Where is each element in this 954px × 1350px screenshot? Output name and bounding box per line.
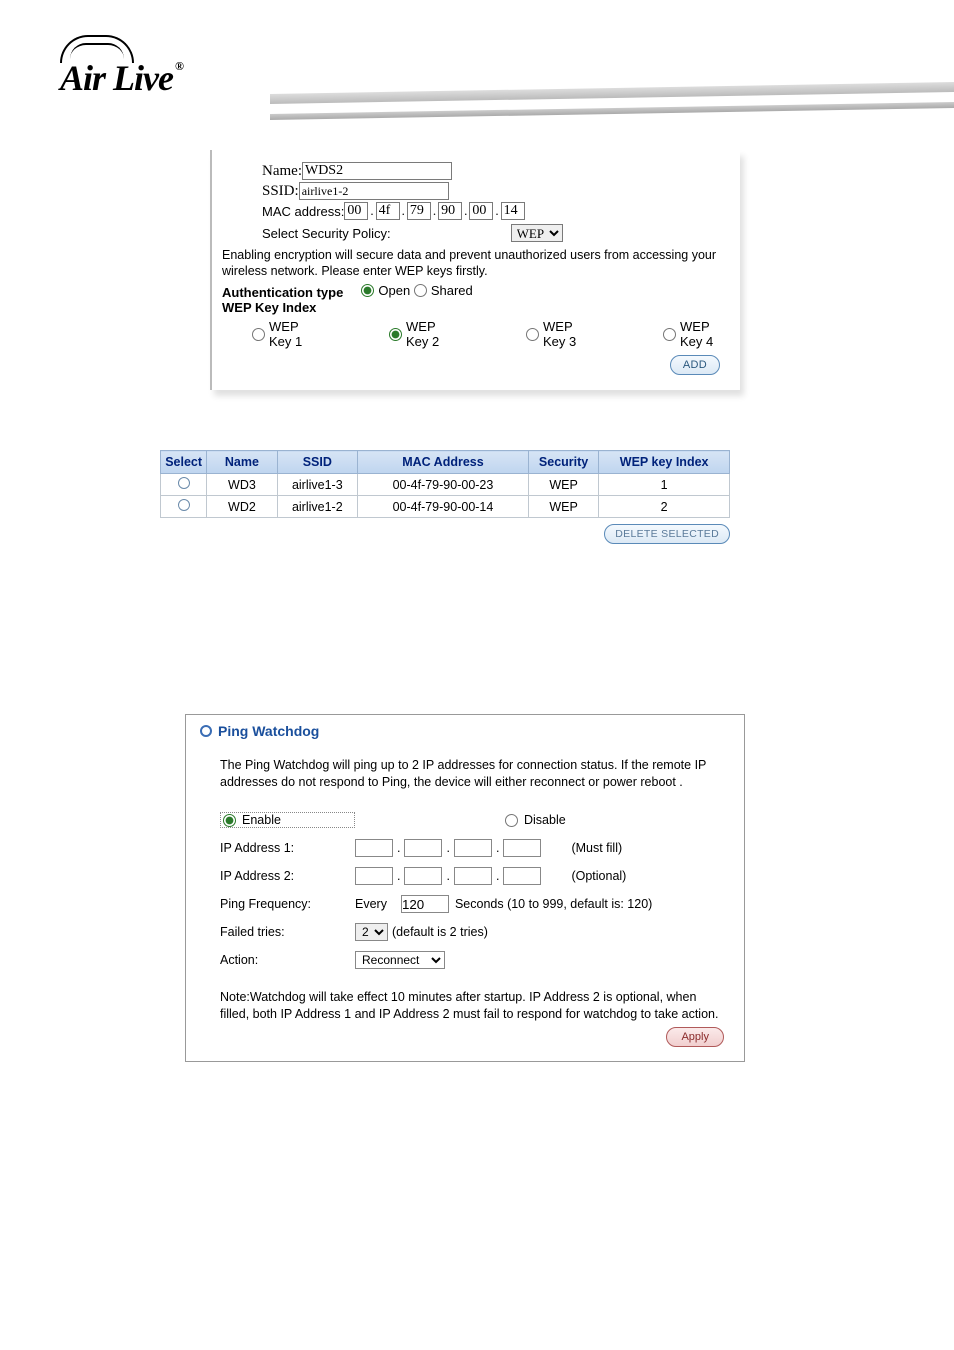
page-header: Air Live® [0, 0, 954, 140]
disable-label: Disable [524, 813, 566, 827]
ip2-octet-2[interactable] [404, 867, 442, 885]
encryption-note: Enabling encryption will secure data and… [222, 248, 730, 279]
row-select-radio[interactable] [178, 477, 190, 489]
table-header-row: Select Name SSID MAC Address Security WE… [161, 451, 730, 474]
enable-label: Enable [242, 813, 281, 827]
mac-input-5[interactable] [469, 202, 493, 220]
th-ssid: SSID [277, 451, 357, 474]
ssid-input[interactable] [299, 182, 449, 200]
wep-key-4-radio[interactable] [663, 328, 676, 341]
delete-selected-button[interactable]: DELETE SELECTED [604, 524, 730, 544]
ip2-label: IP Address 2: [220, 869, 355, 883]
ping-frequency-input[interactable] [401, 895, 449, 913]
security-policy-select[interactable]: WEP [511, 224, 563, 242]
ping-frequency-label: Ping Frequency: [220, 897, 355, 911]
row-select-radio[interactable] [178, 499, 190, 511]
cell-security: WEP [528, 474, 598, 496]
name-label: Name: [262, 163, 302, 180]
ip2-octet-4[interactable] [503, 867, 541, 885]
th-wep-index: WEP key Index [599, 451, 730, 474]
auth-type-label: Authentication type [222, 285, 343, 300]
wds-list-table: Select Name SSID MAC Address Security WE… [160, 450, 730, 544]
th-select: Select [161, 451, 207, 474]
auth-open-label: Open [378, 283, 410, 298]
cell-mac: 00-4f-79-90-00-23 [358, 474, 529, 496]
wep-key-1-radio[interactable] [252, 328, 265, 341]
brand-logo: Air Live® [60, 35, 270, 99]
wep-key-4-label: WEP Key 4 [680, 319, 730, 349]
ip2-octet-1[interactable] [355, 867, 393, 885]
mac-input-6[interactable] [501, 202, 525, 220]
wep-key-3-radio[interactable] [526, 328, 539, 341]
apply-button[interactable]: Apply [666, 1027, 724, 1047]
ping-watchdog-description: The Ping Watchdog will ping up to 2 IP a… [220, 757, 724, 791]
ip1-octet-2[interactable] [404, 839, 442, 857]
auth-shared-radio[interactable] [414, 284, 427, 297]
wep-key-3-label: WEP Key 3 [543, 319, 593, 349]
header-band [270, 88, 954, 118]
wep-key-2-radio[interactable] [389, 328, 402, 341]
mac-input-2[interactable] [376, 202, 400, 220]
cell-wep-index: 2 [599, 496, 730, 518]
wep-key-index-label: WEP Key Index [222, 300, 730, 315]
ping-watchdog-title: Ping Watchdog [200, 723, 724, 739]
ip1-octet-1[interactable] [355, 839, 393, 857]
table-row: WD3 airlive1-3 00-4f-79-90-00-23 WEP 1 [161, 474, 730, 496]
security-policy-label: Select Security Policy: [262, 226, 391, 241]
cell-wep-index: 1 [599, 474, 730, 496]
th-security: Security [528, 451, 598, 474]
th-mac: MAC Address [358, 451, 529, 474]
wds-config-panel: Name: SSID: MAC address: . . . . . Selec… [210, 150, 740, 390]
action-select[interactable]: Reconnect [355, 951, 445, 969]
logo-arc-icon [60, 35, 134, 63]
wep-key-2-label: WEP Key 2 [406, 319, 456, 349]
cell-ssid: airlive1-3 [277, 474, 357, 496]
mac-input-4[interactable] [438, 202, 462, 220]
enable-radio[interactable] [223, 814, 236, 827]
cell-name: WD2 [207, 496, 277, 518]
watchdog-note: Note:Watchdog will take effect 10 minute… [220, 989, 724, 1023]
cell-security: WEP [528, 496, 598, 518]
th-name: Name [207, 451, 277, 474]
mac-input-1[interactable] [344, 202, 368, 220]
failed-tries-hint: (default is 2 tries) [392, 925, 488, 939]
disable-radio[interactable] [505, 814, 518, 827]
failed-tries-select[interactable]: 2 [355, 923, 388, 941]
cell-name: WD3 [207, 474, 277, 496]
mac-input-3[interactable] [407, 202, 431, 220]
ip1-hint: (Must fill) [571, 841, 622, 855]
brand-name: Air Live® [60, 57, 270, 99]
ping-frequency-every: Every [355, 897, 387, 911]
ip1-octet-3[interactable] [454, 839, 492, 857]
cell-mac: 00-4f-79-90-00-14 [358, 496, 529, 518]
ping-frequency-hint: Seconds (10 to 999, default is: 120) [455, 897, 652, 911]
gear-icon [200, 725, 212, 737]
add-button[interactable]: ADD [670, 355, 720, 375]
action-label: Action: [220, 953, 355, 967]
failed-tries-label: Failed tries: [220, 925, 355, 939]
mac-label: MAC address: [262, 204, 344, 219]
ping-watchdog-panel: Ping Watchdog The Ping Watchdog will pin… [185, 714, 745, 1062]
ssid-label: SSID: [262, 183, 299, 200]
cell-ssid: airlive1-2 [277, 496, 357, 518]
auth-shared-label: Shared [431, 283, 473, 298]
ip1-label: IP Address 1: [220, 841, 355, 855]
auth-open-radio[interactable] [361, 284, 374, 297]
name-input[interactable] [302, 162, 452, 180]
ip2-hint: (Optional) [571, 869, 626, 883]
wep-key-1-label: WEP Key 1 [269, 319, 319, 349]
ip1-octet-4[interactable] [503, 839, 541, 857]
ip2-octet-3[interactable] [454, 867, 492, 885]
table-row: WD2 airlive1-2 00-4f-79-90-00-14 WEP 2 [161, 496, 730, 518]
